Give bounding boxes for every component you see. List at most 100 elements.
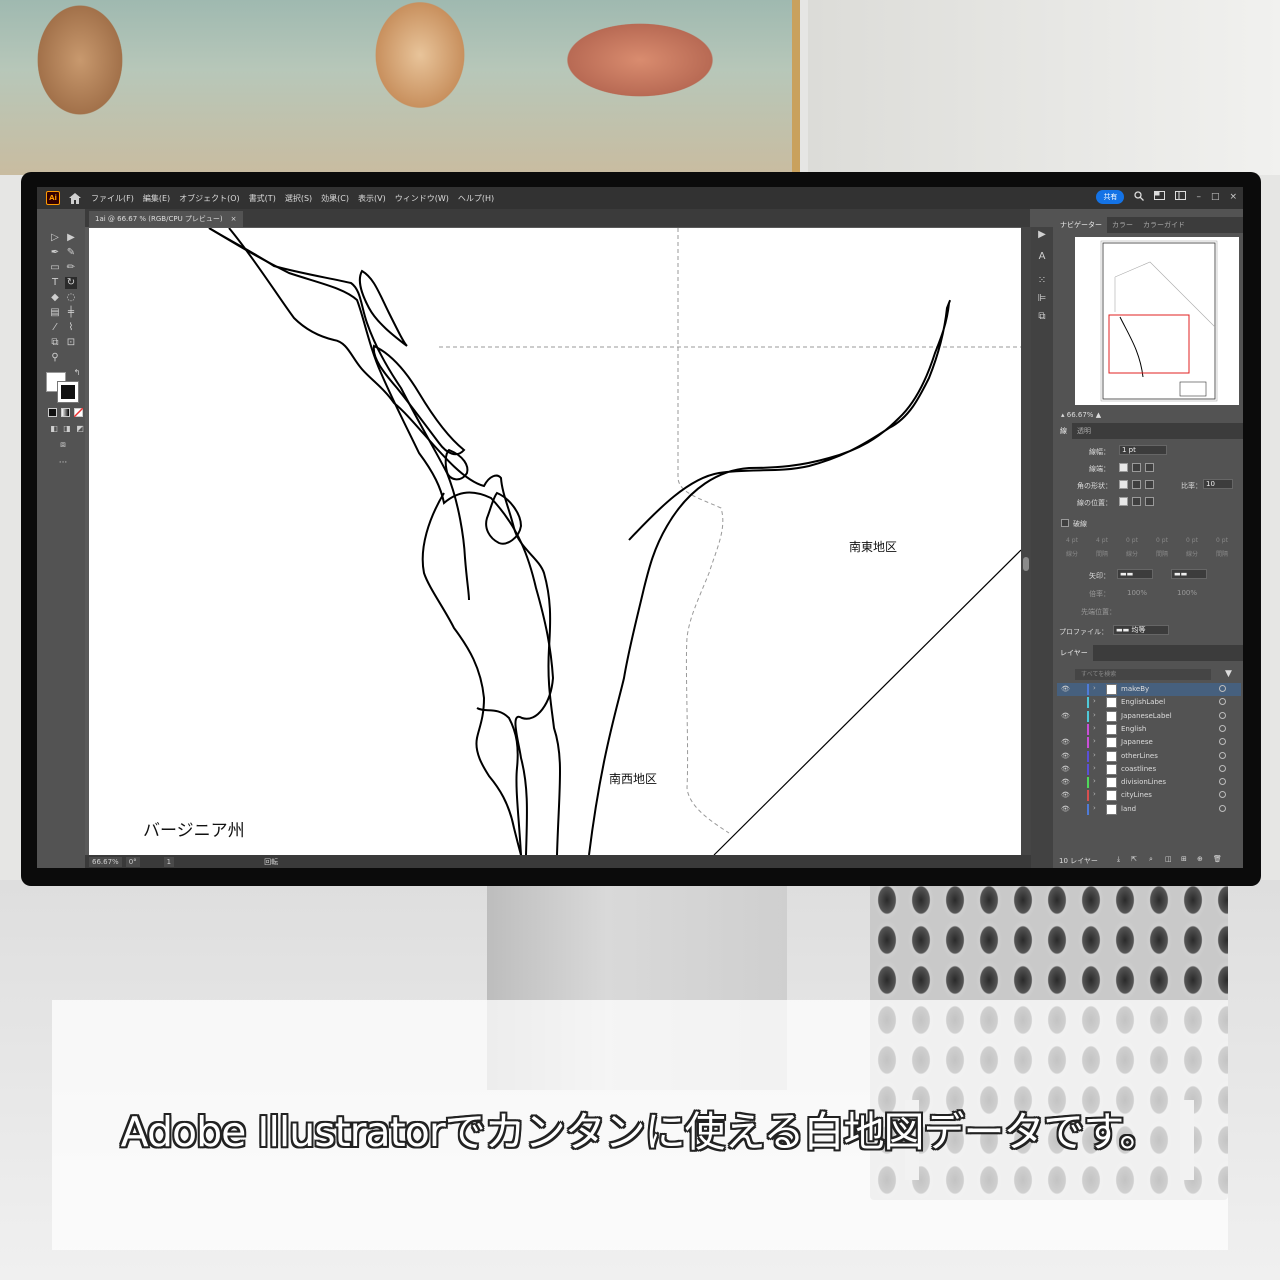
direct-selection-tool-icon[interactable]: ▶: [65, 232, 77, 244]
document-tab[interactable]: 1ai @ 66.67 % (RGB/CPU プレビュー) ×: [89, 211, 243, 227]
align-outside-icon[interactable]: [1145, 497, 1154, 506]
end-arrowhead-select[interactable]: ▬▬: [1171, 569, 1207, 579]
navigator-zoom-value[interactable]: 66.67%: [1067, 411, 1094, 419]
zoom-in-icon[interactable]: ▲: [1096, 411, 1101, 419]
gradient-tool-icon[interactable]: ▤: [49, 307, 61, 319]
search-icon[interactable]: [1134, 190, 1145, 204]
layer-row[interactable]: › EnglishLabel: [1057, 696, 1241, 709]
new-layer-icon[interactable]: ⊕: [1197, 855, 1203, 863]
blend-tool-icon[interactable]: ⌇: [65, 322, 77, 334]
gradient-mode-icon[interactable]: [61, 408, 70, 417]
pen-tool-icon[interactable]: ✒: [49, 247, 61, 259]
layer-row[interactable]: 👁 › divisionLines: [1057, 776, 1241, 789]
curvature-tool-icon[interactable]: ✎: [65, 247, 77, 259]
layer-row[interactable]: 👁 › makeBy: [1057, 683, 1241, 696]
canvas-area[interactable]: 南東地区 南西地区 バージニア州: [85, 227, 1021, 855]
share-button[interactable]: 共有: [1096, 190, 1125, 204]
align-panel-icon[interactable]: ⊫: [1036, 293, 1048, 305]
layer-target-icon[interactable]: [1219, 738, 1226, 746]
shape-builder-tool-icon[interactable]: ⧉: [49, 337, 61, 349]
menu-edit[interactable]: 編集(E): [143, 193, 170, 204]
visibility-eye-icon[interactable]: 👁: [1061, 752, 1071, 760]
zoom-tool-icon[interactable]: ⚲: [49, 352, 61, 364]
dash-value-2[interactable]: 0 pt: [1119, 537, 1145, 544]
new-sublayer-icon[interactable]: ⊞: [1181, 855, 1187, 863]
artboard-number-field[interactable]: 1: [163, 856, 175, 867]
layers-search-input[interactable]: すべてを検索: [1075, 669, 1211, 680]
rotation-field[interactable]: 0°: [125, 856, 140, 867]
layer-name[interactable]: land: [1121, 805, 1136, 813]
dash-value-3[interactable]: 0 pt: [1179, 537, 1205, 544]
eraser-tool-icon[interactable]: ◆: [49, 292, 61, 304]
rotate-tool-icon[interactable]: ↻: [65, 277, 77, 289]
expand-arrow-icon[interactable]: ›: [1093, 764, 1096, 772]
locate-object-icon[interactable]: ⌕: [1149, 855, 1153, 864]
none-mode-icon[interactable]: [74, 408, 83, 417]
mesh-tool-icon[interactable]: ╪: [65, 307, 77, 319]
round-join-icon[interactable]: [1132, 480, 1141, 489]
transform-panel-icon[interactable]: ⁙: [1036, 275, 1048, 287]
butt-cap-icon[interactable]: [1119, 463, 1128, 472]
gap-value-2[interactable]: 0 pt: [1149, 537, 1175, 544]
artboard-tool-icon[interactable]: ⊡: [65, 337, 77, 349]
layer-target-icon[interactable]: [1219, 751, 1226, 759]
arrange-documents-icon[interactable]: [1175, 191, 1187, 203]
layer-row[interactable]: 👁 › cityLines: [1057, 789, 1241, 802]
layer-row[interactable]: 👁 › otherLines: [1057, 750, 1241, 763]
tab-color[interactable]: カラー: [1107, 220, 1138, 230]
layer-row[interactable]: 👁 › coastlines: [1057, 763, 1241, 776]
swap-fill-stroke-icon[interactable]: ↰: [71, 367, 83, 379]
profile-select[interactable]: ▬▬ 均等: [1113, 625, 1169, 635]
zoom-level-field[interactable]: 66.67%: [89, 856, 122, 867]
layer-name[interactable]: makeBy: [1121, 685, 1149, 693]
edit-toolbar-icon[interactable]: ···: [57, 457, 69, 469]
vertical-scrollbar[interactable]: [1021, 227, 1031, 855]
layer-name[interactable]: otherLines: [1121, 752, 1158, 760]
visibility-eye-icon[interactable]: 👁: [1061, 738, 1071, 746]
pencil-tool-icon[interactable]: ✏: [65, 262, 77, 274]
tab-layers[interactable]: レイヤー: [1055, 645, 1093, 661]
miter-limit-field[interactable]: 10: [1203, 479, 1233, 489]
menu-object[interactable]: オブジェクト(O): [179, 193, 240, 204]
dashed-line-checkbox[interactable]: [1061, 519, 1069, 527]
layer-target-icon[interactable]: [1219, 698, 1226, 706]
zoom-out-icon[interactable]: ▴: [1061, 411, 1065, 419]
rectangle-tool-icon[interactable]: ▭: [49, 262, 61, 274]
layer-name[interactable]: English: [1121, 725, 1146, 733]
filter-icon[interactable]: ▼: [1225, 669, 1232, 679]
align-center-icon[interactable]: [1119, 497, 1128, 506]
layer-name[interactable]: JapaneseLabel: [1121, 712, 1172, 720]
expand-arrow-icon[interactable]: ›: [1093, 711, 1096, 719]
arrow-scale-end[interactable]: 100%: [1177, 589, 1197, 597]
navigator-zoom[interactable]: ▴ 66.67% ▲: [1061, 411, 1101, 419]
layer-target-icon[interactable]: [1219, 778, 1226, 786]
layer-name[interactable]: divisionLines: [1121, 778, 1166, 786]
delete-layer-icon[interactable]: 🗑: [1213, 855, 1222, 863]
minimize-icon[interactable]: –: [1196, 192, 1201, 202]
visibility-eye-icon[interactable]: 👁: [1061, 778, 1071, 786]
menu-type[interactable]: 書式(T): [249, 193, 276, 204]
stroke-weight-field[interactable]: 1 pt: [1119, 445, 1167, 455]
workspace-icon[interactable]: [1154, 191, 1166, 203]
expand-arrow-icon[interactable]: ›: [1093, 684, 1096, 692]
tab-transparency[interactable]: 透明: [1072, 426, 1096, 436]
map-label-virginia[interactable]: バージニア州: [143, 816, 245, 841]
expand-arrow-icon[interactable]: ›: [1093, 790, 1096, 798]
layer-name[interactable]: cityLines: [1121, 791, 1152, 799]
map-label-southeast[interactable]: 南東地区: [849, 538, 897, 555]
layer-name[interactable]: Japanese: [1121, 738, 1153, 746]
menu-effect[interactable]: 効果(C): [321, 193, 349, 204]
pathfinder-panel-icon[interactable]: ⧉: [1036, 311, 1048, 323]
layer-target-icon[interactable]: [1219, 685, 1226, 692]
clipping-mask-icon[interactable]: ◫: [1165, 855, 1172, 863]
visibility-eye-icon[interactable]: 👁: [1061, 791, 1071, 799]
tab-navigator[interactable]: ナビゲーター: [1055, 217, 1107, 233]
export-icon[interactable]: ⇱: [1131, 855, 1137, 863]
layer-target-icon[interactable]: [1219, 791, 1226, 799]
menu-help[interactable]: ヘルプ(H): [458, 193, 494, 204]
play-icon[interactable]: ▶: [1036, 229, 1048, 241]
menu-window[interactable]: ウィンドウ(W): [395, 193, 449, 204]
layer-target-icon[interactable]: [1219, 724, 1226, 732]
tab-stroke[interactable]: 線: [1055, 423, 1072, 439]
artboard[interactable]: 南東地区 南西地区 バージニア州: [89, 228, 1021, 855]
